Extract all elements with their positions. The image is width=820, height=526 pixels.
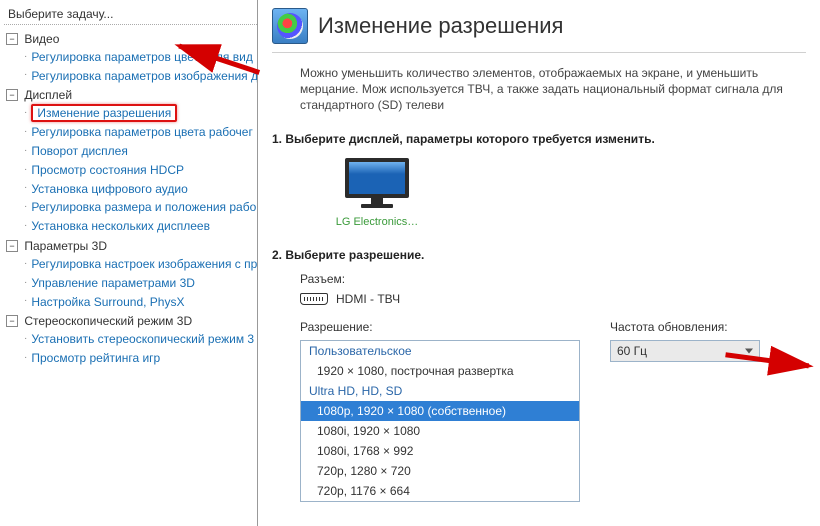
resolution-label: Разрешение: xyxy=(300,320,580,334)
nvidia-page-icon xyxy=(272,8,308,44)
connector-label: Разъем: xyxy=(300,272,806,286)
tree-node-video[interactable]: Видео xyxy=(24,32,59,46)
collapse-icon[interactable]: − xyxy=(6,33,18,45)
tree-link[interactable]: Регулировка размера и положения рабо xyxy=(31,200,256,214)
task-tree: − Видео ·Регулировка параметров цвета дл… xyxy=(4,29,257,368)
listbox-item[interactable]: 1080i, 1768 × 992 xyxy=(301,441,579,461)
tree-link[interactable]: Поворот дисплея xyxy=(31,144,128,158)
intro-text: Можно уменьшить количество элементов, от… xyxy=(300,65,806,114)
tree-node-stereo3d[interactable]: Стереоскопический режим 3D xyxy=(24,314,192,328)
tree-link-change-resolution[interactable]: Изменение разрешения xyxy=(31,104,177,122)
tree-node-params3d[interactable]: Параметры 3D xyxy=(24,239,107,253)
main-panel: Изменение разрешения Можно уменьшить кол… xyxy=(258,0,820,526)
section-1-heading: 1. Выберите дисплей, параметры которого … xyxy=(272,132,806,146)
resolution-listbox[interactable]: Пользовательское 1920 × 1080, построчная… xyxy=(300,340,580,502)
sidebar-header: Выберите задачу... xyxy=(4,4,257,25)
tree-node-display[interactable]: Дисплей xyxy=(24,88,72,102)
page-title: Изменение разрешения xyxy=(318,13,563,39)
tree-link[interactable]: Регулировка настроек изображения с пр xyxy=(31,257,257,271)
listbox-item[interactable]: 1080i, 1920 × 1080 xyxy=(301,421,579,441)
section-2-heading: 2. Выберите разрешение. xyxy=(272,248,806,262)
collapse-icon[interactable]: − xyxy=(6,240,18,252)
tree-link[interactable]: Настройка Surround, PhysX xyxy=(31,294,184,308)
connector-value: HDMI - ТВЧ xyxy=(336,292,400,306)
tree-link[interactable]: Регулировка параметров цвета для вид xyxy=(31,50,252,64)
tree-link[interactable]: Регулировка параметров цвета рабочег xyxy=(31,125,253,139)
collapse-icon[interactable]: − xyxy=(6,315,18,327)
tree-link[interactable]: Установка цифрового аудио xyxy=(31,181,187,195)
collapse-icon[interactable]: − xyxy=(6,89,18,101)
sidebar: Выберите задачу... − Видео ·Регулировка … xyxy=(0,0,258,526)
listbox-group: Пользовательское xyxy=(301,341,579,361)
display-caption: LG Electronics… xyxy=(322,216,432,228)
monitor-icon xyxy=(341,156,413,212)
display-thumbnail[interactable]: LG Electronics… xyxy=(322,156,432,228)
listbox-item[interactable]: 1920 × 1080, построчная развертка xyxy=(301,361,579,381)
tree-link[interactable]: Просмотр состояния HDCP xyxy=(31,163,184,177)
tree-link[interactable]: Регулировка параметров изображения д xyxy=(31,68,258,82)
listbox-group: Ultra HD, HD, SD xyxy=(301,381,579,401)
hdmi-icon xyxy=(300,293,328,305)
listbox-item[interactable]: 720p, 1280 × 720 xyxy=(301,461,579,481)
refresh-rate-value: 60 Гц xyxy=(617,344,647,358)
listbox-item[interactable]: 720p, 1176 × 664 xyxy=(301,481,579,501)
refresh-rate-label: Частота обновления: xyxy=(610,320,760,334)
refresh-rate-select[interactable]: 60 Гц xyxy=(610,340,760,362)
tree-link[interactable]: Установить стереоскопический режим 3 xyxy=(31,332,254,346)
tree-link[interactable]: Установка нескольких дисплеев xyxy=(31,219,210,233)
listbox-item-selected[interactable]: 1080p, 1920 × 1080 (собственное) xyxy=(301,401,579,421)
tree-link[interactable]: Просмотр рейтинга игр xyxy=(31,351,160,365)
tree-link[interactable]: Управление параметрами 3D xyxy=(31,276,195,290)
